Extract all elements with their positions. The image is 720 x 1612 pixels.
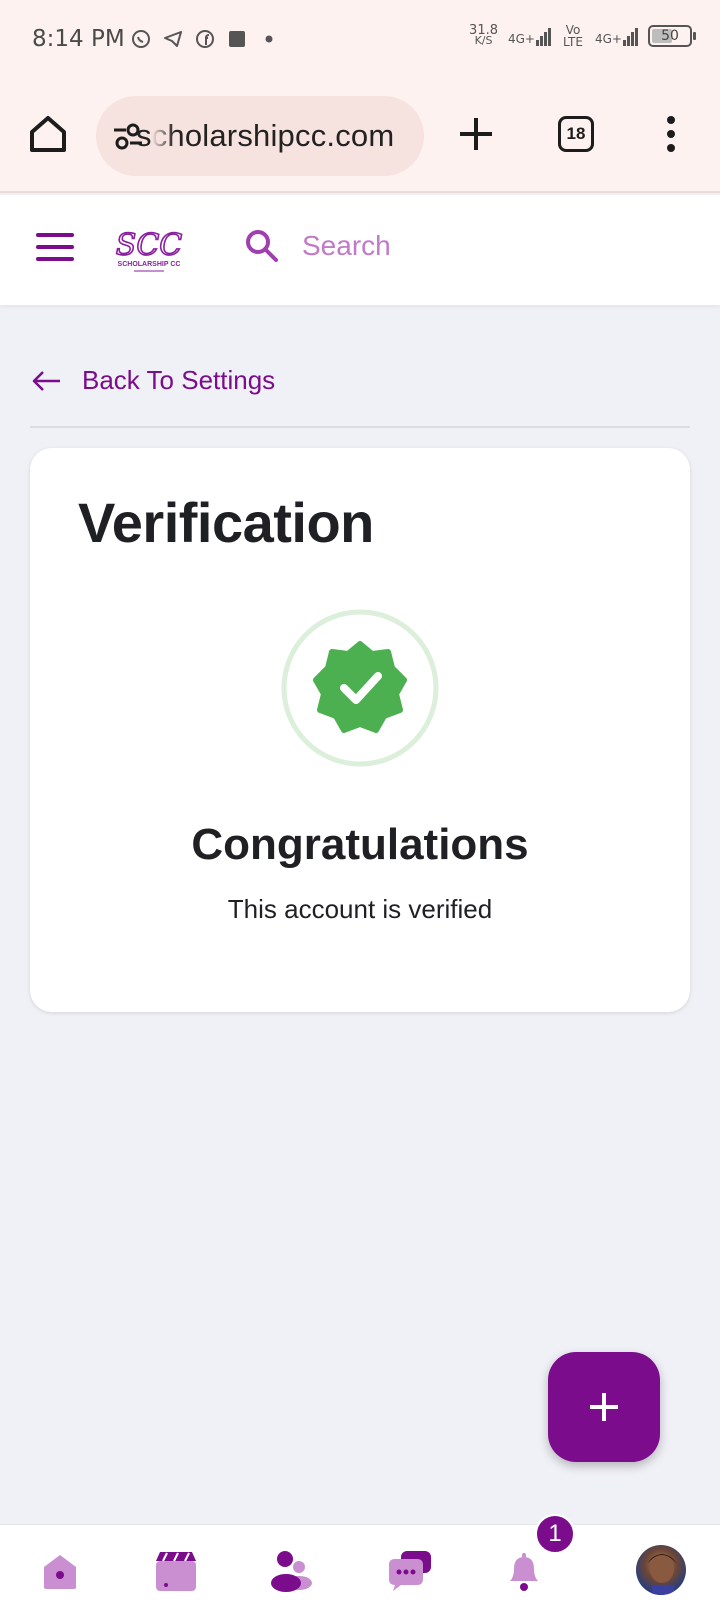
nav-messages[interactable]	[386, 1547, 434, 1595]
facebook-icon	[194, 28, 216, 50]
chat-icon	[389, 1551, 431, 1591]
signal-icon: 4G+	[508, 26, 551, 46]
battery-icon: 50	[648, 25, 696, 47]
more-notifications-dot-icon	[258, 28, 280, 50]
verification-card: Verification Congratulations This accoun…	[30, 448, 690, 1012]
divider	[30, 426, 690, 428]
url-fade	[152, 96, 174, 176]
network-speed-unit: K/S	[474, 34, 493, 47]
search-input[interactable]	[302, 230, 602, 262]
address-bar[interactable]: scholarshipcc.com	[96, 96, 424, 176]
status-time: 8:14 PM	[32, 26, 125, 52]
logo-letters: SCC	[116, 228, 183, 263]
arrow-left-icon	[32, 370, 60, 391]
notification-count-badge: 1	[535, 1514, 575, 1554]
new-tab-button[interactable]	[456, 114, 496, 154]
browser-menu-button[interactable]	[656, 114, 686, 154]
home-icon	[30, 116, 66, 152]
search-bar[interactable]	[244, 228, 602, 264]
status-bar: 8:14 PM 31.8 K/S 4G+ Vo LTE 4G+ 50	[0, 0, 720, 80]
logo-subtext: SCHOLARSHIP CC	[118, 261, 181, 268]
browser-toolbar: scholarshipcc.com 18	[0, 80, 720, 193]
plus-icon	[590, 1393, 618, 1421]
nav-home[interactable]	[36, 1547, 84, 1595]
more-vert-icon	[667, 116, 675, 152]
url-text[interactable]: scholarshipcc.com	[136, 118, 394, 154]
whatsapp-icon	[130, 28, 152, 50]
plus-icon	[460, 118, 492, 150]
search-icon[interactable]	[244, 228, 280, 264]
back-to-settings-link[interactable]: Back To Settings	[32, 365, 275, 396]
nav-videos[interactable]	[152, 1547, 200, 1595]
video-icon	[156, 1552, 196, 1591]
back-link-label[interactable]: Back To Settings	[82, 365, 275, 396]
nav-friends[interactable]	[268, 1547, 316, 1595]
telegram-icon	[162, 28, 184, 50]
site-logo[interactable]: SCC SCHOLARSHIP CC	[114, 225, 184, 275]
bottom-navigation	[0, 1524, 720, 1612]
menu-icon[interactable]	[36, 233, 74, 263]
home-icon	[44, 1555, 76, 1589]
notifications-icon	[510, 1553, 538, 1591]
tab-switcher-button[interactable]: 18	[558, 116, 594, 152]
profile-avatar[interactable]	[636, 1545, 686, 1595]
system-status: 31.8 K/S 4G+ Vo LTE 4G+ 50	[469, 23, 696, 49]
create-post-button[interactable]	[548, 1352, 660, 1462]
friends-icon	[271, 1551, 312, 1592]
congratulations-heading: Congratulations	[191, 820, 529, 869]
battery-level: 50	[661, 28, 679, 44]
home-button[interactable]	[26, 112, 70, 156]
page-title: Verification	[78, 491, 374, 554]
app-square-icon	[226, 28, 248, 50]
signal-icon-2: 4G+	[595, 26, 638, 46]
notification-icons	[130, 28, 280, 50]
site-header: SCC SCHOLARSHIP CC	[0, 195, 720, 305]
network-speed: 31.8 K/S	[469, 24, 498, 47]
volte-icon: Vo LTE	[563, 23, 583, 49]
verified-message: This account is verified	[227, 894, 493, 924]
verified-badge-icon	[281, 609, 439, 767]
avatar-image	[648, 1554, 676, 1595]
nav-notifications[interactable]	[500, 1547, 548, 1595]
